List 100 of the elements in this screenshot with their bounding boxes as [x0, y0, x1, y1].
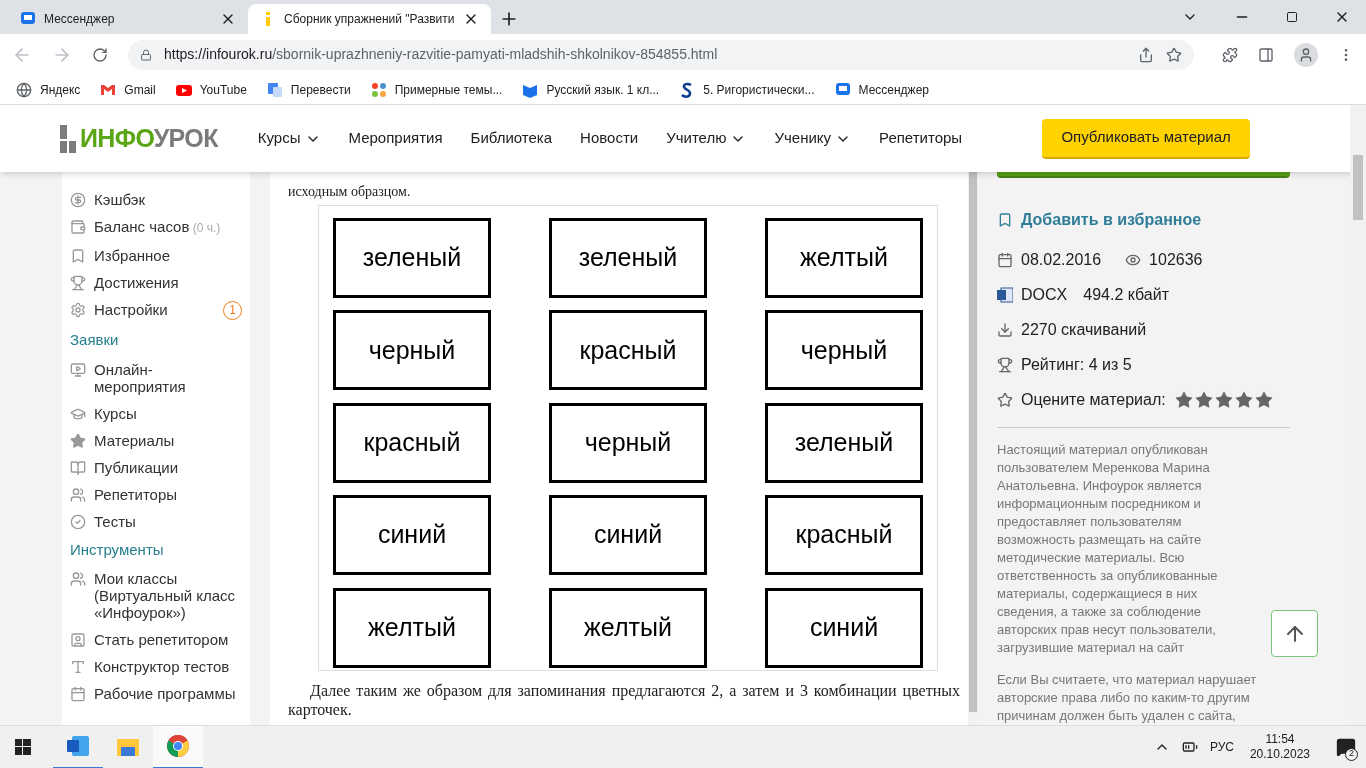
color-word-card: красный	[333, 402, 491, 483]
lock-icon	[140, 48, 152, 61]
color-word-card: черный	[333, 310, 491, 391]
sidebar-item[interactable]: Рабочие программы	[70, 680, 242, 707]
maximize-icon[interactable]	[1286, 11, 1298, 23]
monitor-icon	[70, 361, 86, 378]
address-bar[interactable]: https://infourok.ru/sbornik-uprazhneniy-razvitie-pamyati-mladshih-shkolnikov-854855.html	[128, 39, 1194, 70]
notifications-button[interactable]: 2	[1326, 725, 1366, 768]
sidebar-item[interactable]: Репетиторы	[70, 480, 242, 508]
people-icon	[70, 486, 86, 503]
color-word-card: синий	[549, 495, 707, 576]
person-icon	[70, 632, 86, 648]
nav-link[interactable]: Мероприятия	[348, 127, 443, 150]
windows-start-icon[interactable]	[15, 739, 31, 755]
share-icon[interactable]	[1138, 46, 1154, 63]
wallet-icon	[70, 219, 86, 235]
color-word-card: желтый	[765, 218, 923, 298]
document-text: Далее таким же образом для запоминания предлагаются 2, а затем и 3 комбинации цветных карточек.	[288, 681, 960, 719]
scroll-top-button[interactable]	[1271, 610, 1318, 657]
publish-button[interactable]: Опубликовать материал	[1042, 118, 1251, 159]
sidebar-item[interactable]: Избранное	[70, 242, 242, 269]
section-heading: Инструменты	[70, 539, 165, 560]
sidebar-item[interactable]: Онлайн-мероприятия	[70, 355, 242, 400]
bookmark-item[interactable]: Яндекс	[16, 80, 81, 99]
language-indicator[interactable]: РУС	[1209, 738, 1234, 756]
color-word-card: синий	[333, 495, 491, 576]
text-size-icon	[70, 659, 86, 675]
browser-tab[interactable]: Мессенджер	[8, 4, 248, 34]
rating-text: Рейтинг: 4 из 5	[1021, 354, 1132, 375]
sidebar-item[interactable]: Настройки 1	[70, 296, 242, 325]
extensions-icon[interactable]	[1222, 46, 1238, 63]
sidebar-item[interactable]: Конструктор тестов	[70, 653, 242, 680]
profile-avatar[interactable]	[1294, 42, 1318, 67]
sidebar-item[interactable]: Мои классы (Виртуальный класс «Инфоурок»)	[70, 565, 242, 626]
trophy-icon	[70, 275, 86, 291]
rating-star[interactable]	[1213, 389, 1234, 410]
tab-title: Мессенджер	[44, 11, 116, 28]
bookmark-item[interactable]: Перевести	[266, 80, 351, 99]
nav-link[interactable]: Репетиторы	[879, 127, 963, 150]
battery-icon[interactable]	[1181, 739, 1198, 755]
bookmark-icon	[70, 248, 86, 264]
section-heading: Заявки	[70, 330, 120, 350]
bookmark-item[interactable]: Gmail	[100, 80, 156, 99]
color-word-card: черный	[765, 310, 923, 391]
rating-star[interactable]	[1233, 389, 1254, 410]
bookmark-item[interactable]: Примерные темы...	[370, 80, 503, 99]
calendar-icon	[70, 686, 86, 702]
date-text: 08.02.2016	[1021, 249, 1102, 270]
sidebar-item[interactable]: Материалы	[70, 426, 242, 454]
bookmark-star-icon[interactable]	[1166, 46, 1182, 63]
color-word-card: желтый	[333, 587, 491, 668]
color-word-card: зеленый	[333, 218, 491, 298]
nav-link[interactable]: Курсы	[257, 127, 321, 150]
nav-link[interactable]: Учителю	[666, 127, 747, 150]
color-word-card: черный	[549, 402, 707, 483]
color-word-card: зеленый	[549, 218, 707, 298]
sidebar-item[interactable]: Тесты	[70, 507, 242, 535]
format-text: DOCX	[1021, 284, 1068, 305]
sidebar-item[interactable]: Баланс часов (0 ч.)	[70, 213, 242, 242]
bookmark-icon	[997, 211, 1013, 228]
taskbar-app[interactable]	[153, 725, 203, 768]
chrome-icon	[166, 734, 190, 758]
page-scrollbar-thumb[interactable]	[1353, 155, 1363, 220]
notice-text: Если Вы считаете, что материал нарушает авторские права либо по каким-то другим причинам должен быть удален с сайта,	[997, 671, 1258, 725]
reload-icon[interactable]	[92, 46, 108, 63]
scrollbar-thumb[interactable]	[969, 172, 977, 712]
bookmark-item[interactable]: Русский язык. 1 кл...	[522, 80, 660, 99]
nav-link[interactable]: Новости	[580, 127, 639, 150]
people-icon	[70, 571, 86, 587]
browser-tab[interactable]: Сборник упражнений "Развити	[248, 4, 491, 34]
nav-link[interactable]: Библиотека	[470, 127, 553, 150]
bookmark-item[interactable]: YouTube	[175, 80, 247, 99]
rating-star[interactable]	[1253, 389, 1274, 410]
bookmark-item[interactable]: 5. Ригористически...	[679, 80, 815, 99]
views-count: 102636	[1149, 249, 1203, 270]
rating-star[interactable]	[1193, 389, 1214, 410]
clock[interactable]: 11:54 20.10.2023	[1249, 732, 1310, 762]
rate-label: Оцените материал:	[1021, 389, 1166, 410]
color-word-card: желтый	[549, 587, 707, 668]
sidebar-item[interactable]: Стать репетитором	[70, 626, 242, 653]
sidebar-item[interactable]: Курсы	[70, 399, 242, 427]
sidebar-item[interactable]: Публикации	[70, 453, 242, 481]
logo[interactable]: ИНФОУРОК	[60, 119, 218, 158]
download-icon	[997, 321, 1013, 338]
bookmark-item[interactable]: Мессенджер	[834, 80, 929, 99]
star-outline-icon	[997, 391, 1013, 408]
calendar-icon	[997, 251, 1013, 268]
book-icon	[70, 459, 86, 476]
globe-icon	[16, 81, 32, 98]
rating-star[interactable]	[1173, 389, 1194, 410]
nav-link[interactable]: Ученику	[774, 127, 852, 150]
favorite-link[interactable]: Добавить в избранное	[997, 207, 1290, 232]
settings-icon	[70, 302, 86, 318]
sidebar-item[interactable]: Достижения	[70, 269, 242, 296]
star-icon	[70, 432, 86, 449]
coin-icon	[70, 192, 86, 208]
side-panel-icon[interactable]	[1258, 46, 1274, 63]
sidebar-item[interactable]: Кэшбэк	[70, 186, 242, 213]
check-circle-icon	[70, 513, 86, 530]
downloads-count: 2270 скачиваний	[1021, 319, 1147, 340]
